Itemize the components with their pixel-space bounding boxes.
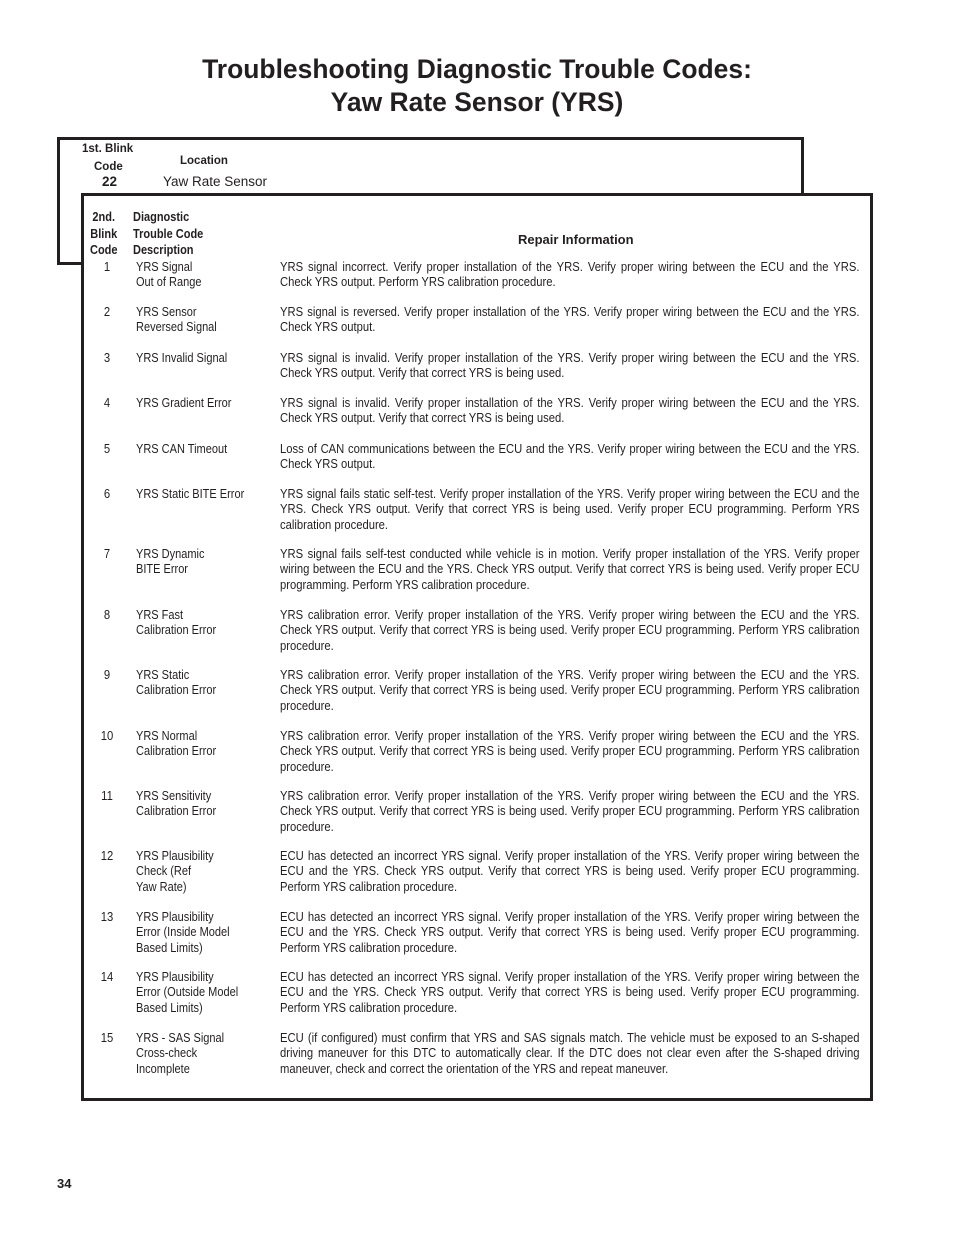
page-number: 34 xyxy=(57,1176,72,1191)
repair-information: YRS calibration error. Verify proper ins… xyxy=(280,788,860,834)
second-blink-code: 1 xyxy=(103,259,111,274)
repair-information: YRS signal fails self-test conducted whi… xyxy=(280,546,860,592)
header-desc-line: Description xyxy=(133,243,194,257)
repair-information: ECU (if configured) must confirm that YR… xyxy=(280,1030,860,1076)
dtc-description: YRS Sensor Reversed Signal xyxy=(136,304,217,335)
second-blink-code: 4 xyxy=(103,395,111,410)
first-blink-code-value: 22 xyxy=(102,174,118,189)
dtc-description: YRS Fast Calibration Error xyxy=(136,607,217,638)
second-blink-code: 11 xyxy=(101,788,113,803)
header-desc-line: Diagnostic xyxy=(133,210,190,224)
dtc-description: YRS Normal Calibration Error xyxy=(136,728,217,759)
repair-information: YRS signal incorrect. Verify proper inst… xyxy=(280,259,860,290)
dtc-description: YRS Gradient Error xyxy=(136,395,232,410)
second-blink-code: 2 xyxy=(103,304,111,319)
header-code-line: Code xyxy=(90,243,118,257)
dtc-description: YRS Plausibility Check (Ref Yaw Rate) xyxy=(136,848,214,894)
repair-information: YRS signal is reversed. Verify proper in… xyxy=(280,304,860,335)
second-blink-code: 3 xyxy=(103,350,111,365)
dtc-description: YRS Static BITE Error xyxy=(136,486,245,501)
dtc-description: YRS Dynamic BITE Error xyxy=(136,546,205,577)
page-title: Troubleshooting Diagnostic Trouble Codes… xyxy=(10,53,945,119)
location-value: Yaw Rate Sensor xyxy=(163,174,268,189)
repair-information: YRS calibration error. Verify proper ins… xyxy=(280,607,860,653)
second-blink-code: 8 xyxy=(103,607,111,622)
header-repair-information: Repair Information xyxy=(518,232,634,247)
second-blink-code: 13 xyxy=(100,909,114,924)
dtc-description: YRS Sensitivity Calibration Error xyxy=(136,788,217,819)
repair-information: YRS calibration error. Verify proper ins… xyxy=(280,728,860,774)
dtc-description: YRS Plausibility Error (Outside Model Ba… xyxy=(136,969,239,1015)
repair-information: ECU has detected an incorrect YRS signal… xyxy=(280,909,860,955)
page-title-line-1: Troubleshooting Diagnostic Trouble Codes… xyxy=(202,54,752,84)
repair-information: YRS calibration error. Verify proper ins… xyxy=(280,667,860,713)
dtc-description: YRS Invalid Signal xyxy=(136,350,228,365)
header-code-line: Blink xyxy=(90,226,118,241)
second-blink-code: 15 xyxy=(100,1030,114,1045)
repair-information: YRS signal is invalid. Verify proper ins… xyxy=(280,350,860,381)
header-code-line: 2nd. xyxy=(92,210,116,224)
header-dtc-description: Diagnostic Trouble Code Description xyxy=(133,209,203,259)
repair-information: Loss of CAN communications between the E… xyxy=(280,441,860,472)
header-second-blink-code: 2nd. Blink Code xyxy=(90,209,118,259)
second-blink-code: 6 xyxy=(103,486,111,501)
dtc-description: YRS Signal Out of Range xyxy=(136,259,202,290)
repair-information: YRS signal fails static self-test. Verif… xyxy=(280,486,860,532)
dtc-description: YRS Static Calibration Error xyxy=(136,667,217,698)
second-blink-code: 5 xyxy=(103,441,111,456)
second-blink-code: 9 xyxy=(103,667,111,682)
header-desc-line: Trouble Code xyxy=(133,226,204,241)
repair-information: ECU has detected an incorrect YRS signal… xyxy=(280,848,860,894)
first-blink-label: 1st. Blink xyxy=(82,143,134,155)
dtc-description: YRS Plausibility Error (Inside Model Bas… xyxy=(136,909,230,955)
second-blink-code: 12 xyxy=(100,848,114,863)
second-blink-code: 10 xyxy=(100,728,114,743)
location-label: Location xyxy=(180,155,228,167)
repair-information: ECU has detected an incorrect YRS signal… xyxy=(280,969,860,1015)
second-blink-code: 7 xyxy=(103,546,111,561)
second-blink-code: 14 xyxy=(100,969,114,984)
repair-information: YRS signal is invalid. Verify proper ins… xyxy=(280,395,860,426)
first-blink-code-label: Code xyxy=(94,161,123,173)
page-title-line-2: Yaw Rate Sensor (YRS) xyxy=(330,87,624,117)
dtc-description: YRS CAN Timeout xyxy=(136,441,228,456)
dtc-description: YRS - SAS Signal Cross-check Incomplete xyxy=(136,1030,225,1076)
